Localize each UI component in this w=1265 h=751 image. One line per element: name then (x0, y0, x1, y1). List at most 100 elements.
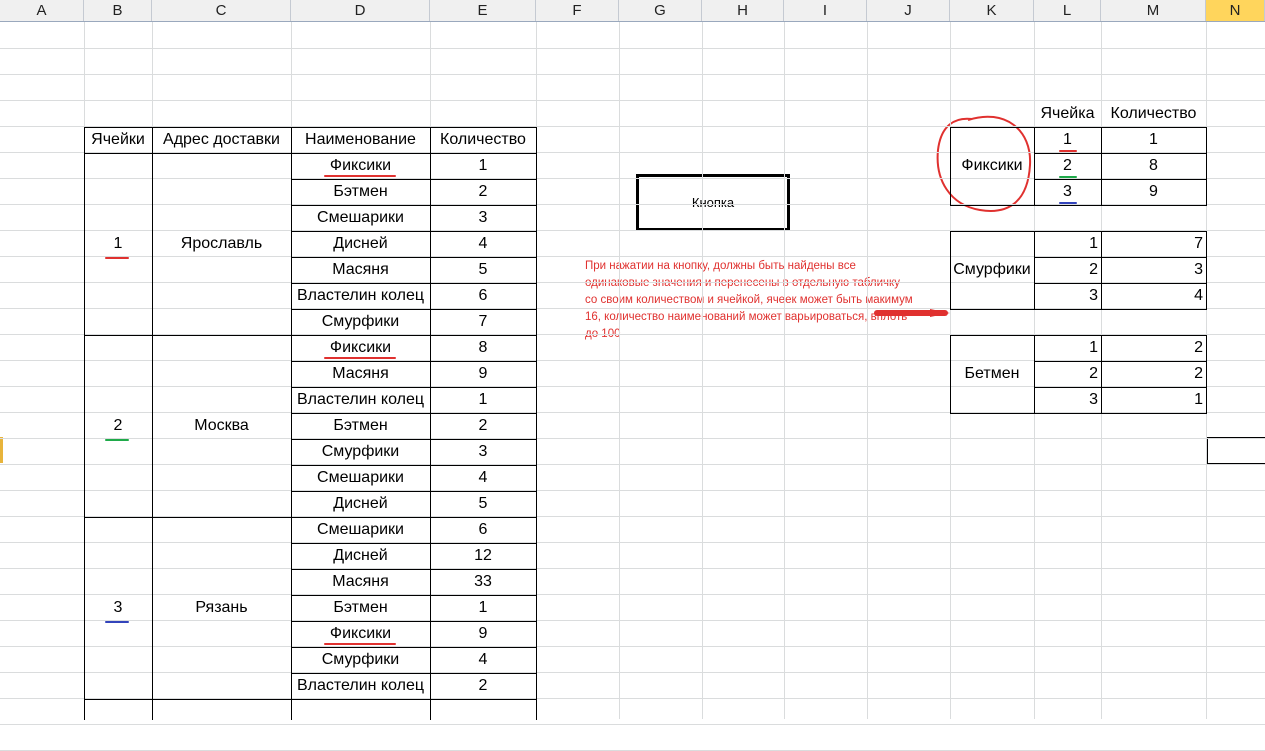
item-quantity-cell[interactable]: 12 (430, 543, 536, 569)
item-quantity-cell[interactable]: 4 (430, 465, 536, 491)
item-quantity-cell[interactable]: 9 (430, 361, 536, 387)
summary-quantity[interactable]: 8 (1101, 153, 1206, 179)
summary-item-name[interactable]: Смурфики (950, 231, 1034, 309)
active-cell-cursor[interactable] (1206, 437, 1265, 465)
cell-number[interactable]: 3 (84, 517, 152, 699)
column-header-d[interactable]: D (291, 0, 430, 21)
main-table-header[interactable]: Адрес доставки (152, 127, 291, 153)
summary-row-border (1034, 179, 1207, 180)
item-name-cell[interactable]: Смурфики (291, 309, 430, 335)
delivery-address[interactable]: Москва (152, 335, 291, 517)
item-quantity-cell[interactable]: 2 (430, 673, 536, 699)
item-quantity-cell[interactable]: 6 (430, 517, 536, 543)
item-quantity-cell[interactable]: 9 (430, 621, 536, 647)
summary-cell-number[interactable]: 2 (1034, 361, 1101, 387)
summary-header[interactable]: Ячейка (1034, 101, 1101, 127)
item-name-cell[interactable]: Бэтмен (291, 595, 430, 621)
item-quantity-cell[interactable]: 6 (430, 283, 536, 309)
action-button[interactable]: Кнопка (636, 174, 790, 231)
item-quantity-cell[interactable]: 3 (430, 205, 536, 231)
item-name-cell[interactable]: Бэтмен (291, 179, 430, 205)
item-quantity-cell[interactable]: 5 (430, 491, 536, 517)
column-header-m[interactable]: M (1101, 0, 1206, 21)
summary-column-border (1206, 231, 1207, 310)
column-header-e[interactable]: E (430, 0, 536, 21)
item-quantity-cell[interactable]: 8 (430, 335, 536, 361)
item-name-cell[interactable]: Смешарики (291, 517, 430, 543)
item-name-cell[interactable]: Смешарики (291, 465, 430, 491)
item-name-cell[interactable]: Бэтмен (291, 413, 430, 439)
summary-quantity[interactable]: 1 (1101, 387, 1206, 413)
item-quantity-cell[interactable]: 33 (430, 569, 536, 595)
summary-column-border (950, 231, 951, 310)
delivery-address[interactable]: Ярославль (152, 153, 291, 335)
item-name-cell[interactable]: Дисней (291, 543, 430, 569)
item-name-cell[interactable]: Смешарики (291, 205, 430, 231)
summary-cell-number[interactable]: 2 (1034, 257, 1101, 283)
column-header-f[interactable]: F (536, 0, 619, 21)
summary-quantity[interactable]: 7 (1101, 231, 1206, 257)
main-table-header[interactable]: Наименование (291, 127, 430, 153)
column-header-i[interactable]: I (784, 0, 867, 21)
summary-quantity[interactable]: 4 (1101, 283, 1206, 309)
summary-cell-number[interactable]: 3 (1034, 387, 1101, 413)
column-header-j[interactable]: J (867, 0, 950, 21)
summary-header[interactable]: Количество (1101, 101, 1206, 127)
summary-quantity[interactable]: 2 (1101, 361, 1206, 387)
summary-item-name[interactable]: Бетмен (950, 335, 1034, 413)
item-name-cell[interactable]: Смурфики (291, 647, 430, 673)
row-border (291, 699, 537, 700)
cell-number[interactable]: 2 (84, 335, 152, 517)
summary-cell-number[interactable]: 3 (1034, 283, 1101, 309)
item-name-cell[interactable]: Масяня (291, 361, 430, 387)
column-header-l[interactable]: L (1034, 0, 1101, 21)
item-quantity-cell[interactable]: 2 (430, 179, 536, 205)
item-name-cell[interactable]: Дисней (291, 231, 430, 257)
item-quantity-cell[interactable]: 5 (430, 257, 536, 283)
item-quantity-cell[interactable]: 3 (430, 439, 536, 465)
summary-quantity[interactable]: 1 (1101, 127, 1206, 153)
item-quantity-cell[interactable]: 1 (430, 153, 536, 179)
gridline-horizontal (0, 724, 1265, 725)
item-name-cell[interactable]: Властелин колец (291, 387, 430, 413)
summary-top-border (950, 127, 1207, 128)
summary-quantity[interactable]: 3 (1101, 257, 1206, 283)
column-header-n[interactable]: N (1206, 0, 1265, 21)
main-table-header[interactable]: Ячейки (84, 127, 152, 153)
table-column-border (291, 127, 292, 720)
fixiki-underline-annotation (324, 175, 396, 177)
group-border (84, 699, 292, 700)
item-quantity-cell[interactable]: 2 (430, 413, 536, 439)
table-column-border (84, 127, 85, 720)
item-quantity-cell[interactable]: 4 (430, 231, 536, 257)
item-name-cell[interactable]: Масяня (291, 257, 430, 283)
delivery-address[interactable]: Рязань (152, 517, 291, 699)
summary-cell-number[interactable]: 1 (1034, 335, 1101, 361)
red-arrow-head-annotation (930, 309, 950, 317)
summary-cell-number[interactable]: 1 (1034, 231, 1101, 257)
column-header-g[interactable]: G (619, 0, 702, 21)
item-quantity-cell[interactable]: 1 (430, 387, 536, 413)
item-name-cell[interactable]: Дисней (291, 491, 430, 517)
summary-quantity[interactable]: 2 (1101, 335, 1206, 361)
item-name-cell[interactable]: Смурфики (291, 439, 430, 465)
column-header-a[interactable]: A (0, 0, 84, 21)
column-header-b[interactable]: B (84, 0, 152, 21)
summary-quantity[interactable]: 9 (1101, 179, 1206, 205)
item-name-cell[interactable]: Масяня (291, 569, 430, 595)
item-quantity-cell[interactable]: 7 (430, 309, 536, 335)
item-name-cell[interactable]: Властелин колец (291, 283, 430, 309)
column-header-bar: ABCDEFGHIJKLMN (0, 0, 1265, 22)
summary-row-border (1034, 257, 1207, 258)
column-header-h[interactable]: H (702, 0, 784, 21)
summary-item-name[interactable]: Фиксики (950, 127, 1034, 205)
item-quantity-cell[interactable]: 1 (430, 595, 536, 621)
cell-number-underline-annotation (105, 439, 129, 441)
item-name-cell[interactable]: Властелин колец (291, 673, 430, 699)
main-table-header[interactable]: Количество (430, 127, 536, 153)
item-quantity-cell[interactable]: 4 (430, 647, 536, 673)
summary-row-border (1034, 153, 1207, 154)
cell-number[interactable]: 1 (84, 153, 152, 335)
column-header-c[interactable]: C (152, 0, 291, 21)
column-header-k[interactable]: K (950, 0, 1034, 21)
